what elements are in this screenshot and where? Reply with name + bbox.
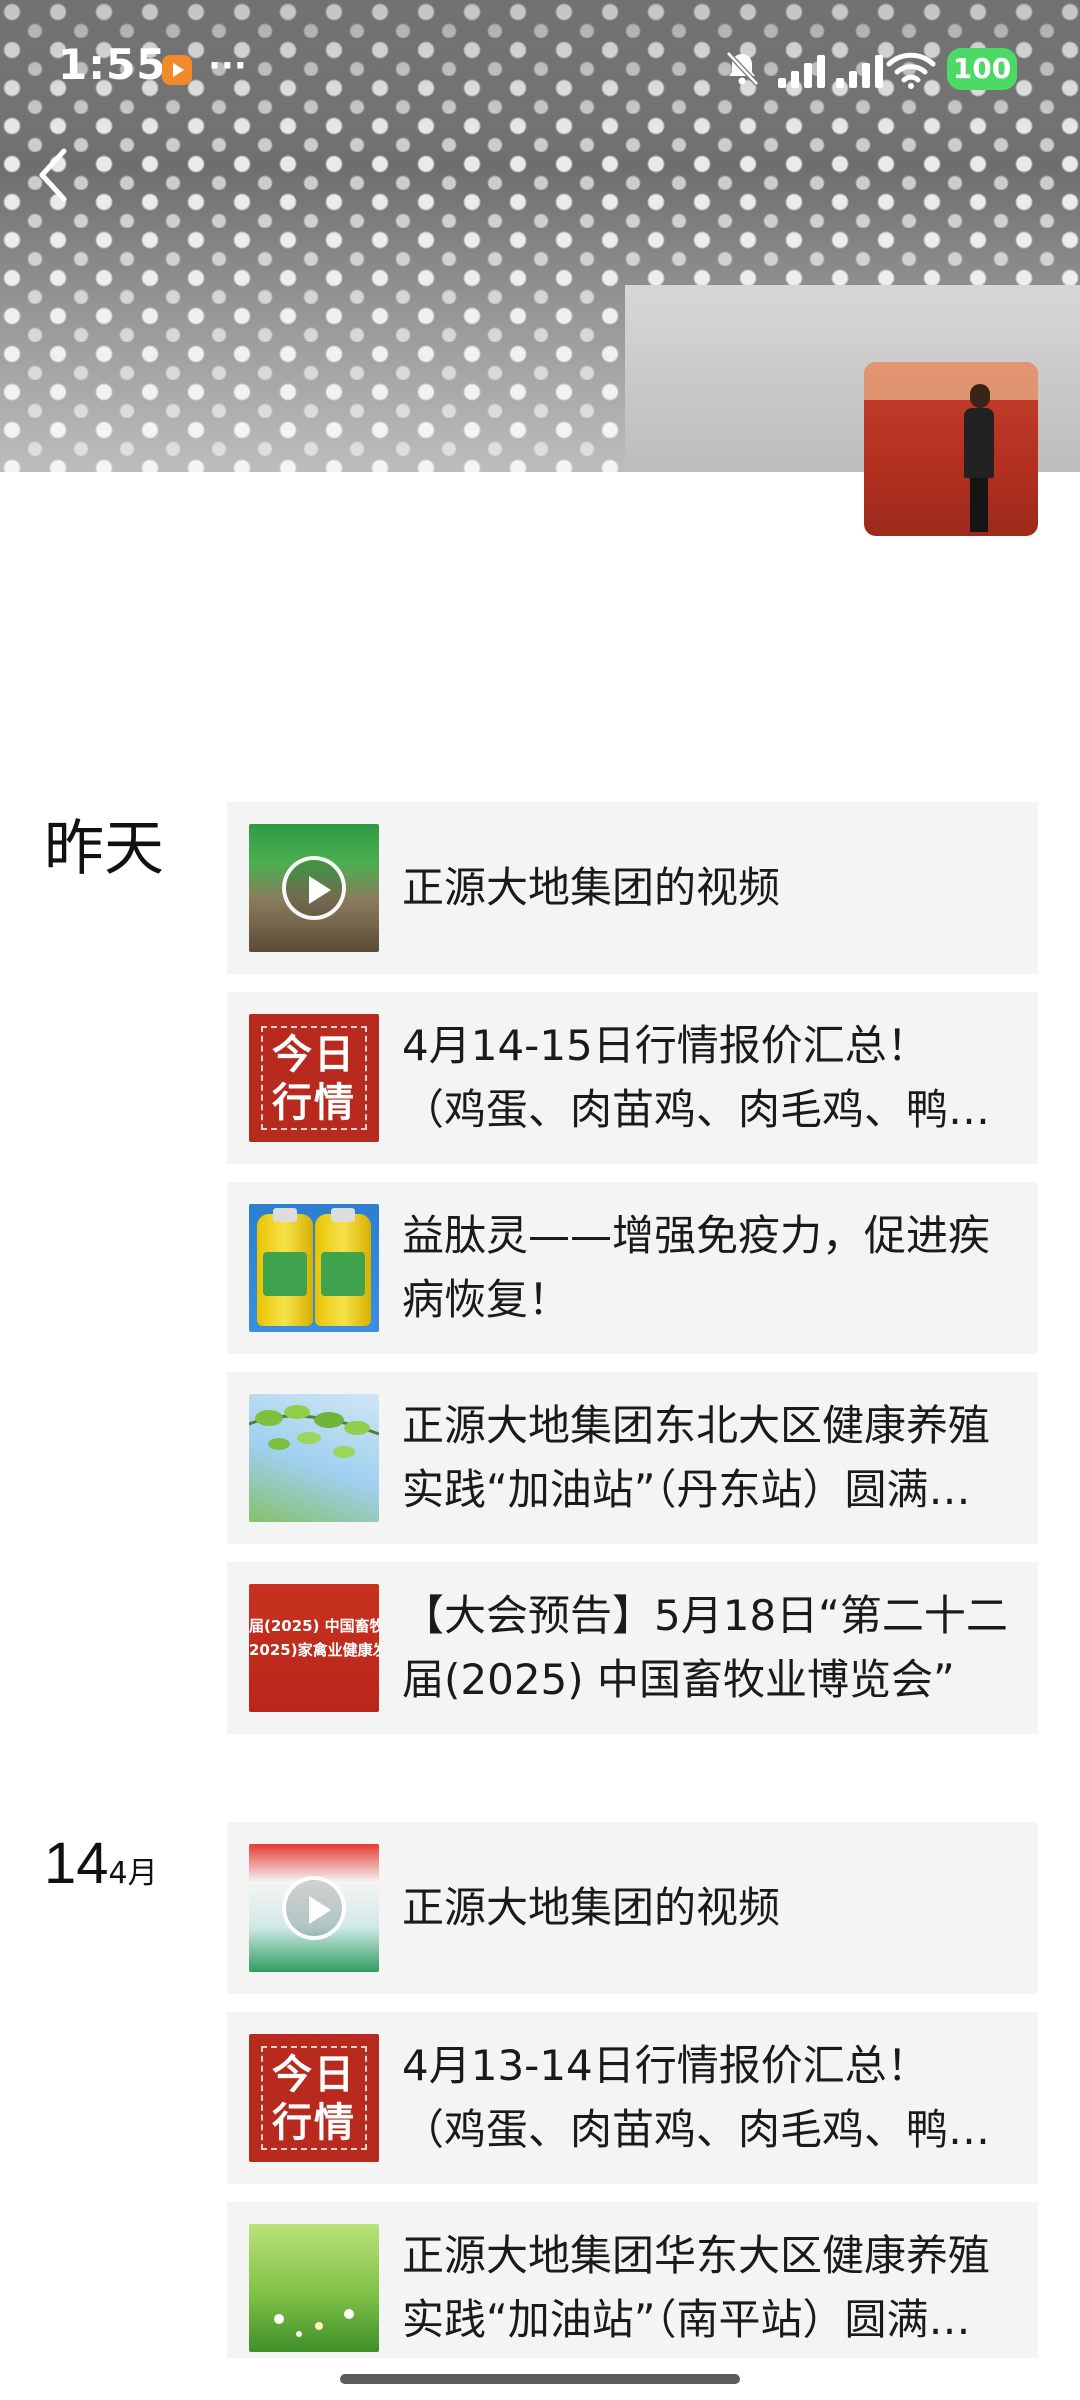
play-icon — [282, 1876, 346, 1940]
meadow-thumbnail — [249, 2224, 379, 2352]
bottle-image — [315, 1208, 371, 1326]
moment-card-market-report[interactable]: 今日行情 4月13-14日行情报价汇总！（鸡蛋、肉苗鸡、肉毛鸡、鸭苗、肉毛鸭） — [227, 2012, 1038, 2184]
profile-avatar[interactable] — [864, 362, 1038, 536]
leaves-image — [249, 1405, 379, 1458]
signal-icon — [778, 55, 825, 88]
moment-title: 正源大地集团的视频 — [402, 1883, 781, 1932]
moment-title: 正源大地集团华东大区健康养殖实践“加油站”（南平站）圆满举行 — [402, 2231, 991, 2344]
status-bar: 1:55 ··· 100 — [0, 0, 1080, 130]
market-thumbnail: 今日行情 — [249, 2034, 379, 2162]
moment-card-market-report[interactable]: 今日行情 4月14-15日行情报价汇总！（鸡蛋、肉苗鸡、肉毛鸡、鸭苗、肉毛鸭） — [227, 992, 1038, 1164]
moment-card-video[interactable]: 正源大地集团的视频 — [227, 1822, 1038, 1994]
moment-card-expo[interactable]: 届(2025) 中国畜牧 2025)家禽业健康发 【大会预告】5月18日“第二十… — [227, 1562, 1038, 1734]
play-icon — [282, 856, 346, 920]
status-time: 1:55 — [58, 40, 167, 89]
moment-card-article[interactable]: 正源大地集团华东大区健康养殖实践“加油站”（南平站）圆满举行 — [227, 2202, 1038, 2358]
today-market-label: 今日行情 — [261, 1026, 367, 1130]
home-indicator[interactable] — [340, 2374, 740, 2384]
today-market-label: 今日行情 — [261, 2046, 367, 2150]
chevron-left-icon[interactable] — [32, 145, 76, 205]
expo-thumb-line: 届(2025) 中国畜牧 — [249, 1617, 379, 1635]
wifi-icon — [886, 52, 936, 89]
avatar-banner — [864, 362, 1038, 400]
video-thumbnail — [249, 824, 379, 952]
moment-title: 正源大地集团的视频 — [402, 863, 781, 912]
moment-card-product[interactable]: 益肽灵——增强免疫力，促进疾病恢复！ — [227, 1182, 1038, 1354]
app-notification-icon — [162, 55, 192, 85]
moment-title: 正源大地集团东北大区健康养殖实践“加油站”（丹东站）圆满举行 — [402, 1401, 991, 1514]
expo-thumbnail: 届(2025) 中国畜牧 2025)家禽业健康发 — [249, 1584, 379, 1712]
leaves-thumbnail — [249, 1394, 379, 1522]
avatar-person — [962, 384, 996, 532]
meadow-image — [274, 2309, 354, 2337]
video-thumbnail — [249, 1844, 379, 1972]
date-day: 14 — [44, 1831, 109, 1896]
product-thumbnail — [249, 1204, 379, 1332]
more-notifications-icon: ··· — [208, 46, 247, 86]
moment-title: 【大会预告】5月18日“第二十二届(2025) 中国畜牧业博览会” — [402, 1591, 1008, 1704]
bottle-image — [257, 1208, 313, 1326]
market-thumbnail: 今日行情 — [249, 1014, 379, 1142]
bell-slash-icon — [726, 51, 759, 86]
moment-title: 4月13-14日行情报价汇总！（鸡蛋、肉苗鸡、肉毛鸡、鸭苗、肉毛鸭） — [402, 2041, 949, 2154]
battery-indicator: 100 — [947, 48, 1017, 90]
expo-thumb-line: 2025)家禽业健康发 — [249, 1641, 379, 1659]
date-label-april-14: 144月 — [44, 1830, 158, 1897]
moment-title: 益肽灵——增强免疫力，促进疾病恢复！ — [402, 1211, 991, 1324]
moment-card-article[interactable]: 正源大地集团东北大区健康养殖实践“加油站”（丹东站）圆满举行 — [227, 1372, 1038, 1544]
moment-title: 4月14-15日行情报价汇总！（鸡蛋、肉苗鸡、肉毛鸡、鸭苗、肉毛鸭） — [402, 1021, 949, 1134]
date-month: 4月 — [108, 1856, 158, 1891]
date-label-yesterday: 昨天 — [44, 814, 164, 884]
moment-card-video[interactable]: 正源大地集团的视频 — [227, 802, 1038, 974]
